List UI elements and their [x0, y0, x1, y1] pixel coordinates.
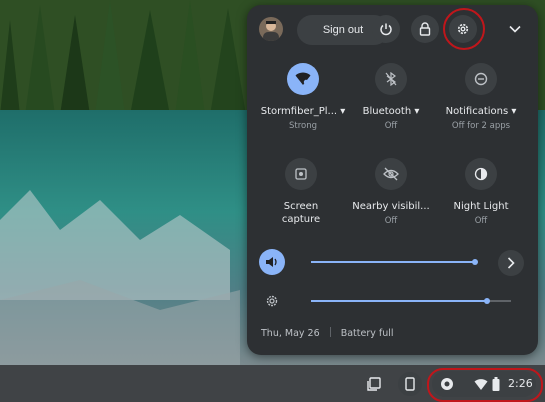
lock-button[interactable]: [411, 15, 439, 43]
tile-screen-capture[interactable]: Screen capture: [257, 158, 345, 226]
tile-nearby-visibility-status: Off: [384, 216, 398, 226]
volume-icon: [266, 257, 277, 267]
notifications-off-icon[interactable]: [465, 63, 497, 95]
tile-nearby-visibility-label: Nearby visibil...: [352, 201, 430, 212]
tile-bluetooth-status: Off: [384, 121, 398, 131]
brightness-slider[interactable]: [311, 300, 487, 302]
phone-hub-button[interactable]: [398, 372, 422, 396]
tile-screen-capture-label: Screen capture: [281, 201, 321, 225]
audio-settings-button[interactable]: [498, 250, 524, 276]
date-label[interactable]: Thu, May 26: [261, 328, 320, 339]
screen-capture-icon[interactable]: [285, 158, 317, 190]
tile-wifi[interactable]: Stormfiber_Pl... ▾ Strong: [259, 63, 347, 131]
tile-wifi-status: Strong: [288, 121, 318, 131]
tile-bluetooth[interactable]: Bluetooth ▾ Off: [347, 63, 435, 131]
holding-space-icon: [367, 377, 381, 391]
holding-space-button[interactable]: [362, 372, 386, 396]
chevron-right-icon: [507, 257, 515, 269]
tile-night-light[interactable]: Night Light Off: [437, 158, 525, 226]
brightness-icon-wrap: [263, 292, 281, 310]
wifi-icon[interactable]: [287, 63, 319, 95]
night-light-icon[interactable]: [465, 158, 497, 190]
brightness-icon: [266, 295, 278, 307]
quick-settings-panel: Sign out Stormfiber_Pl... ▾ Strong Bluet…: [247, 5, 538, 355]
user-avatar[interactable]: [259, 17, 283, 41]
settings-highlight-circle: [443, 8, 485, 50]
volume-slider[interactable]: [311, 261, 475, 263]
tile-notifications-status: Off for 2 apps: [451, 121, 511, 131]
collapse-button[interactable]: [501, 15, 529, 43]
chevron-down-icon: [509, 25, 521, 33]
bluetooth-off-icon[interactable]: [375, 63, 407, 95]
brightness-slider-knob[interactable]: [484, 298, 490, 304]
battery-label: Battery full: [340, 328, 394, 339]
volume-mute-button[interactable]: [259, 249, 285, 275]
tile-night-light-label: Night Light: [453, 201, 509, 212]
tile-nearby-visibility[interactable]: Nearby visibil... Off: [347, 158, 435, 226]
phone-icon: [405, 377, 415, 391]
power-button[interactable]: [372, 15, 400, 43]
tile-night-light-status: Off: [474, 216, 488, 226]
tile-notifications[interactable]: Notifications ▾ Off for 2 apps: [437, 63, 525, 131]
status-footer: Thu, May 26 Battery full: [261, 327, 394, 339]
tile-notifications-label: Notifications: [445, 106, 509, 117]
nearby-visibility-off-icon[interactable]: [375, 158, 407, 190]
lock-icon: [419, 22, 431, 36]
power-icon: [380, 23, 392, 36]
tile-bluetooth-label: Bluetooth: [362, 106, 412, 117]
tray-highlight-oval: [427, 368, 543, 402]
tile-wifi-label: Stormfiber_Pl...: [260, 106, 338, 117]
volume-slider-knob[interactable]: [472, 259, 478, 265]
